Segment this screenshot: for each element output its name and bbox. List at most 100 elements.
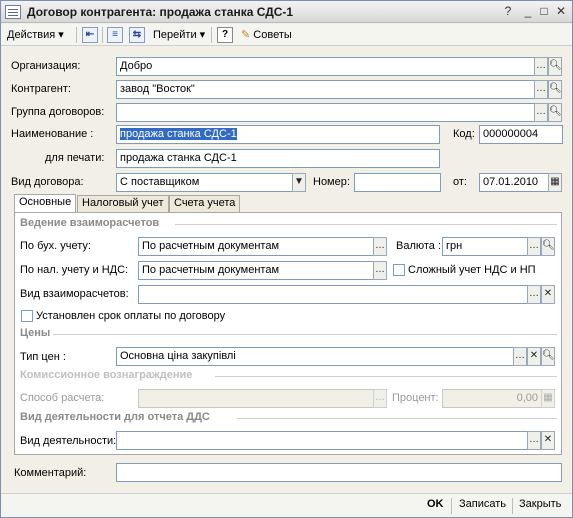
name-label: Наименование :	[11, 128, 94, 140]
save-button[interactable]: Записать	[459, 498, 506, 510]
section-divider	[215, 376, 557, 377]
tab-main[interactable]: Основные	[14, 194, 77, 213]
percent-field[interactable]: 0,00	[442, 389, 542, 408]
commission-section-title: Комиссионное вознаграждение	[20, 369, 193, 381]
toolbar-divider	[102, 27, 103, 43]
name-field[interactable]: продажа станка СДС-1	[116, 125, 440, 144]
chevron-down-icon: ▾	[58, 29, 64, 41]
search-icon[interactable]: 🔍︎	[541, 347, 555, 366]
tax-accounting-method-field[interactable]: По расчетным документам	[138, 261, 374, 280]
settlements-section-title: Ведение взаиморасчетов	[20, 217, 160, 229]
ellipsis-button[interactable]: …	[527, 431, 541, 450]
clear-icon[interactable]: ✕	[541, 431, 555, 450]
ellipsis-button[interactable]: …	[373, 237, 387, 256]
payment-term-checkbox[interactable]	[21, 310, 33, 322]
settlement-kind-field[interactable]	[138, 285, 528, 304]
search-icon[interactable]: 🔍︎	[541, 237, 555, 256]
comment-field[interactable]	[116, 463, 562, 482]
search-icon[interactable]: 🔍︎	[548, 80, 562, 99]
tab-accounts[interactable]: Счета учета	[169, 195, 241, 212]
payment-term-label: Установлен срок оплаты по договору	[36, 310, 226, 322]
help-icon[interactable]: ?	[499, 4, 517, 20]
accounting-label: По бух. учету:	[20, 240, 91, 252]
name-value: продажа станка СДС-1	[120, 128, 237, 140]
actions-menu[interactable]: Действия ▾	[7, 26, 64, 44]
number-field[interactable]	[354, 173, 441, 192]
date-label: от:	[453, 176, 467, 188]
activity-field[interactable]	[116, 431, 528, 450]
tips-icon: ✎	[241, 29, 251, 41]
calculator-icon[interactable]: ▦	[541, 389, 555, 408]
tips-button[interactable]: ✎ Советы	[241, 26, 292, 44]
ellipsis-button[interactable]: …	[373, 389, 387, 408]
accounting-method-field[interactable]: По расчетным документам	[138, 237, 374, 256]
code-field[interactable]: 000000004	[479, 125, 563, 144]
maximize-icon[interactable]: □	[535, 4, 553, 20]
ellipsis-button[interactable]: …	[373, 261, 387, 280]
toolbar: Действия ▾ ⇤ ≡ ⇆ Перейти ▾ ? ✎ Советы	[1, 24, 572, 46]
settlement-kind-label: Вид взаиморасчетов:	[20, 288, 129, 300]
back-arrow-icon[interactable]: ⇤	[82, 27, 98, 43]
price-type-label: Тип цен :	[20, 351, 66, 363]
currency-label: Валюта :	[396, 240, 442, 252]
date-field[interactable]: 07.01.2010	[479, 173, 549, 192]
calc-method-field[interactable]	[138, 389, 374, 408]
document-list-icon[interactable]: ≡	[107, 27, 123, 43]
print-name-label: для печати:	[45, 152, 105, 164]
contractor-label: Контрагент:	[11, 83, 71, 95]
ellipsis-button[interactable]: …	[527, 237, 541, 256]
ellipsis-button[interactable]: …	[534, 57, 548, 76]
calendar-icon[interactable]: ▦	[548, 173, 562, 192]
contractor-field[interactable]: завод "Восток"	[116, 80, 535, 99]
goto-label: Перейти	[153, 29, 197, 41]
price-type-field[interactable]: Основна ціна закупівлі	[116, 347, 514, 366]
tab-tax-accounting[interactable]: Налоговый учет	[77, 195, 169, 212]
print-name-field[interactable]: продажа станка СДС-1	[116, 149, 440, 168]
toolbar-divider	[211, 27, 212, 43]
organization-label: Организация:	[11, 60, 81, 72]
document-icon	[5, 5, 21, 19]
section-divider	[53, 334, 557, 335]
section-divider	[175, 224, 557, 225]
bottom-bar: OK Записать Закрыть	[1, 493, 572, 517]
chevron-down-icon[interactable]: ▼	[292, 173, 306, 192]
calc-method-label: Способ расчета:	[20, 392, 105, 404]
contract-type-select[interactable]: С поставщиком	[116, 173, 293, 192]
contract-type-label: Вид договора:	[11, 176, 84, 188]
contract-group-label: Группа договоров:	[11, 106, 105, 118]
actions-label: Действия	[7, 29, 56, 41]
search-icon[interactable]: 🔍︎	[548, 103, 562, 122]
ellipsis-button[interactable]: …	[513, 347, 527, 366]
clear-icon[interactable]: ✕	[527, 347, 541, 366]
chevron-down-icon: ▾	[199, 29, 206, 41]
organization-field[interactable]: Добро	[116, 57, 535, 76]
ellipsis-button[interactable]: …	[527, 285, 541, 304]
currency-field[interactable]: грн	[442, 237, 528, 256]
contract-group-field[interactable]	[116, 103, 535, 122]
window-title: Договор контрагента: продажа станка СДС-…	[27, 5, 294, 19]
activity-section-title: Вид деятельности для отчета ДДС	[20, 411, 210, 423]
ok-button[interactable]: OK	[427, 498, 444, 510]
complex-vat-label: Сложный учет НДС и НП	[408, 264, 536, 276]
activity-label: Вид деятельности:	[20, 435, 117, 447]
code-label: Код:	[453, 128, 475, 140]
percent-label: Процент:	[392, 392, 439, 404]
number-label: Номер:	[313, 176, 350, 188]
search-icon[interactable]: 🔍︎	[548, 57, 562, 76]
tax-accounting-label: По нал. учету и НДС:	[20, 264, 129, 276]
title-bar: Договор контрагента: продажа станка СДС-…	[1, 1, 572, 23]
close-button[interactable]: Закрыть	[519, 498, 561, 510]
comment-label: Комментарий:	[14, 467, 87, 479]
clear-icon[interactable]: ✕	[541, 285, 555, 304]
prices-section-title: Цены	[20, 327, 51, 339]
toolbar-divider	[76, 27, 77, 43]
tips-label: Советы	[253, 29, 292, 41]
ellipsis-button[interactable]: …	[534, 80, 548, 99]
goto-menu[interactable]: Перейти ▾	[153, 26, 205, 44]
section-divider	[237, 418, 557, 419]
copy-structure-icon[interactable]: ⇆	[129, 27, 145, 43]
help-button[interactable]: ?	[217, 27, 233, 43]
close-icon[interactable]: ✕	[552, 4, 570, 20]
ellipsis-button[interactable]: …	[534, 103, 548, 122]
complex-vat-checkbox[interactable]	[393, 264, 405, 276]
